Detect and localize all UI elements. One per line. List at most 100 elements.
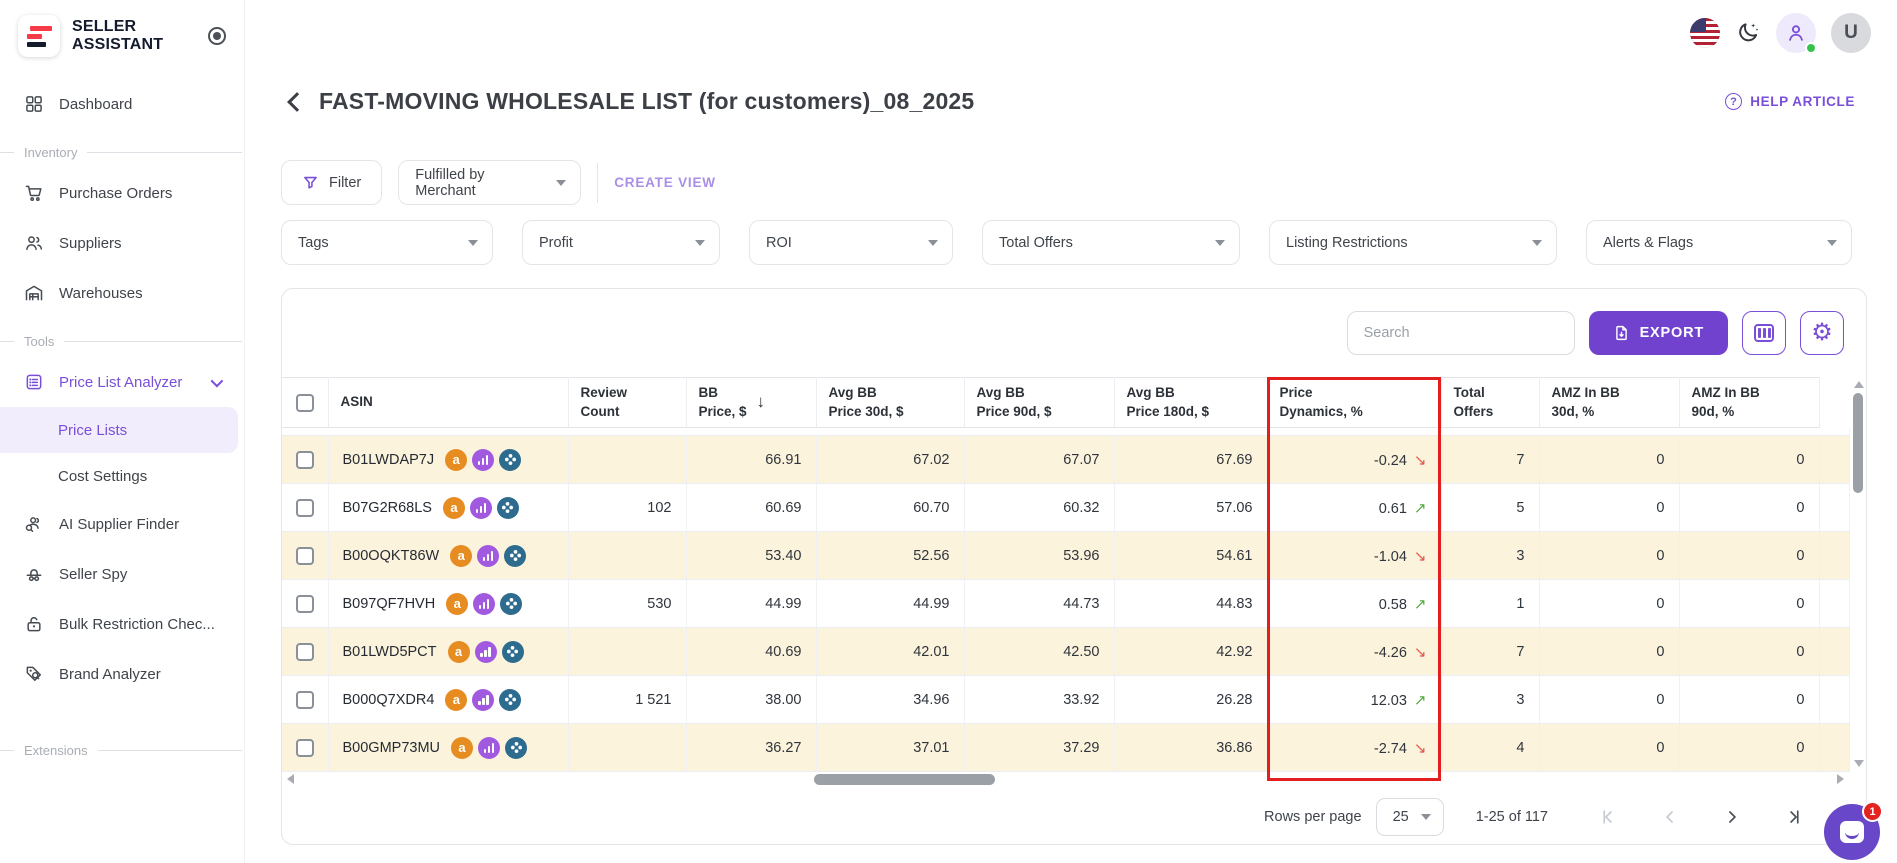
row-checkbox[interactable] bbox=[295, 450, 314, 469]
avg-bb-90d-cell: 44.73 bbox=[964, 579, 1115, 628]
vertical-scrollbar-thumb[interactable] bbox=[1853, 393, 1863, 493]
filter-dropdown-roi[interactable]: ROI bbox=[749, 220, 953, 265]
scroll-right-icon[interactable] bbox=[1837, 774, 1844, 784]
row-checkbox[interactable] bbox=[295, 594, 314, 613]
row-checkbox-cell bbox=[282, 531, 329, 580]
scroll-down-icon[interactable] bbox=[1854, 760, 1864, 767]
chart-icon[interactable] bbox=[478, 736, 501, 759]
vertical-scrollbar bbox=[1850, 377, 1866, 771]
dark-mode-moon-icon[interactable] bbox=[1735, 20, 1761, 46]
filter-dropdown-listing-restrictions[interactable]: Listing Restrictions bbox=[1269, 220, 1557, 265]
amazon-icon[interactable]: a bbox=[447, 640, 470, 663]
chart-icon[interactable] bbox=[473, 592, 496, 615]
first-page-button[interactable] bbox=[1584, 807, 1632, 827]
sidebar-item-warehouses[interactable]: Warehouses bbox=[0, 268, 244, 318]
column-header-avg-bb-180d[interactable]: Avg BB Price 180d, $ bbox=[1114, 377, 1268, 428]
keepa-icon[interactable] bbox=[496, 496, 519, 519]
chat-widget-button[interactable]: 1 bbox=[1824, 801, 1883, 860]
keepa-icon[interactable] bbox=[505, 736, 528, 759]
column-header-price-dynamics[interactable]: Price Dynamics, % bbox=[1267, 377, 1442, 428]
select-all-checkbox[interactable] bbox=[295, 393, 314, 412]
filter-dropdown-alerts-flags[interactable]: Alerts & Flags bbox=[1586, 220, 1852, 265]
create-view-button[interactable]: CREATE VIEW bbox=[614, 175, 716, 190]
search-input[interactable] bbox=[1346, 311, 1575, 355]
columns-settings-button[interactable] bbox=[1742, 311, 1786, 355]
sidebar-item-label: Cost Settings bbox=[58, 467, 148, 485]
last-page-button[interactable] bbox=[1770, 807, 1818, 827]
filter-dropdown-profit[interactable]: Profit bbox=[522, 220, 720, 265]
chart-icon[interactable] bbox=[472, 448, 495, 471]
sidebar-item-price-list-analyzer[interactable]: Price List Analyzer bbox=[0, 357, 244, 407]
amz-in-bb-30d-cell: 0 bbox=[1539, 483, 1680, 532]
chart-icon[interactable] bbox=[477, 544, 500, 567]
scroll-up-icon[interactable] bbox=[1854, 381, 1864, 388]
seller-assistant-logo-icon bbox=[18, 15, 60, 57]
row-checkbox[interactable] bbox=[295, 546, 314, 565]
avg-bb-90d-cell: 60.32 bbox=[964, 483, 1115, 532]
column-header-review-count[interactable]: Review Count bbox=[568, 377, 687, 428]
keepa-icon[interactable] bbox=[500, 592, 523, 615]
column-header-amz-in-bb-90d[interactable]: AMZ In BB 90d, % bbox=[1679, 377, 1820, 428]
sidebar-item-dashboard[interactable]: Dashboard bbox=[0, 79, 244, 129]
back-button[interactable] bbox=[281, 89, 307, 115]
next-page-button[interactable] bbox=[1708, 807, 1756, 827]
row-checkbox[interactable] bbox=[295, 642, 314, 661]
sidebar-item-brand-analyzer[interactable]: Brand Analyzer bbox=[0, 649, 244, 699]
scroll-left-icon[interactable] bbox=[287, 774, 294, 784]
language-flag-icon[interactable] bbox=[1690, 18, 1720, 48]
bb-price-cell: 38.00 bbox=[686, 675, 817, 724]
column-header-bb-price[interactable]: BB Price, $ ↓ bbox=[686, 377, 817, 428]
account-avatar[interactable] bbox=[1776, 13, 1817, 54]
caret-down-icon bbox=[1532, 239, 1542, 246]
keepa-icon[interactable] bbox=[499, 448, 522, 471]
chart-icon[interactable] bbox=[474, 640, 497, 663]
sidebar-item-suppliers[interactable]: Suppliers bbox=[0, 218, 244, 268]
view-select[interactable]: Fulfilled by Merchant bbox=[398, 160, 582, 205]
filter-dropdown-total-offers[interactable]: Total Offers bbox=[982, 220, 1240, 265]
filler-cell bbox=[1819, 723, 1850, 772]
row-checkbox[interactable] bbox=[295, 738, 314, 757]
amazon-icon[interactable]: a bbox=[450, 544, 473, 567]
amazon-icon[interactable]: a bbox=[446, 592, 469, 615]
pagination: Rows per page 25 1-25 of 117 bbox=[282, 788, 1866, 844]
sidebar-item-ai-supplier-finder[interactable]: AI Supplier Finder bbox=[0, 499, 244, 549]
column-header-amz-in-bb-30d[interactable]: AMZ In BB 30d, % bbox=[1539, 377, 1680, 428]
horizontal-scrollbar-thumb[interactable] bbox=[814, 774, 995, 785]
keepa-icon[interactable] bbox=[504, 544, 527, 567]
user-initial-avatar[interactable]: U bbox=[1831, 13, 1871, 53]
sidebar-item-seller-spy[interactable]: Seller Spy bbox=[0, 549, 244, 599]
amazon-icon[interactable]: a bbox=[451, 736, 474, 759]
help-article-link[interactable]: ? HELP ARTICLE bbox=[1725, 93, 1855, 110]
price-list-icon bbox=[26, 374, 42, 390]
previous-page-button[interactable] bbox=[1646, 807, 1694, 827]
row-checkbox[interactable] bbox=[295, 498, 314, 517]
amazon-icon[interactable]: a bbox=[445, 688, 468, 711]
sidebar-item-cost-settings[interactable]: Cost Settings bbox=[0, 453, 244, 499]
caret-down-icon bbox=[468, 239, 478, 246]
sidebar-collapse-icon[interactable] bbox=[208, 27, 226, 45]
filter-dropdown-tags[interactable]: Tags bbox=[281, 220, 493, 265]
rows-per-page-select[interactable]: 25 bbox=[1375, 797, 1444, 836]
keepa-icon[interactable] bbox=[499, 688, 522, 711]
sidebar-item-price-lists[interactable]: Price Lists bbox=[0, 407, 238, 453]
table-settings-button[interactable]: ⚙ bbox=[1800, 311, 1844, 355]
chart-icon[interactable] bbox=[472, 688, 495, 711]
amazon-icon[interactable]: a bbox=[445, 448, 468, 471]
column-header-total-offers[interactable]: Total Offers bbox=[1441, 377, 1540, 428]
export-button[interactable]: EXPORT bbox=[1588, 311, 1728, 355]
trend-arrow-icon: ↗ bbox=[1413, 595, 1427, 613]
table-toolbar: EXPORT ⚙ bbox=[282, 289, 1866, 377]
keepa-icon[interactable] bbox=[501, 640, 524, 663]
amazon-icon[interactable]: a bbox=[442, 496, 465, 519]
trend-arrow-icon: ↗ bbox=[1413, 499, 1427, 517]
sidebar-item-bulk-restriction-checker[interactable]: Bulk Restriction Chec... bbox=[0, 599, 244, 649]
chart-icon[interactable] bbox=[469, 496, 492, 519]
filter-button[interactable]: Filter bbox=[281, 160, 383, 205]
row-checkbox[interactable] bbox=[295, 690, 314, 709]
column-header-avg-bb-90d[interactable]: Avg BB Price 90d, $ bbox=[964, 377, 1115, 428]
avg-bb-180d-cell: 26.28 bbox=[1114, 675, 1268, 724]
column-header-avg-bb-30d[interactable]: Avg BB Price 30d, $ bbox=[816, 377, 965, 428]
column-header-asin[interactable]: ASIN bbox=[328, 377, 569, 428]
sidebar-item-purchase-orders[interactable]: Purchase Orders bbox=[0, 168, 244, 218]
sort-descending-icon[interactable]: ↓ bbox=[757, 391, 766, 414]
